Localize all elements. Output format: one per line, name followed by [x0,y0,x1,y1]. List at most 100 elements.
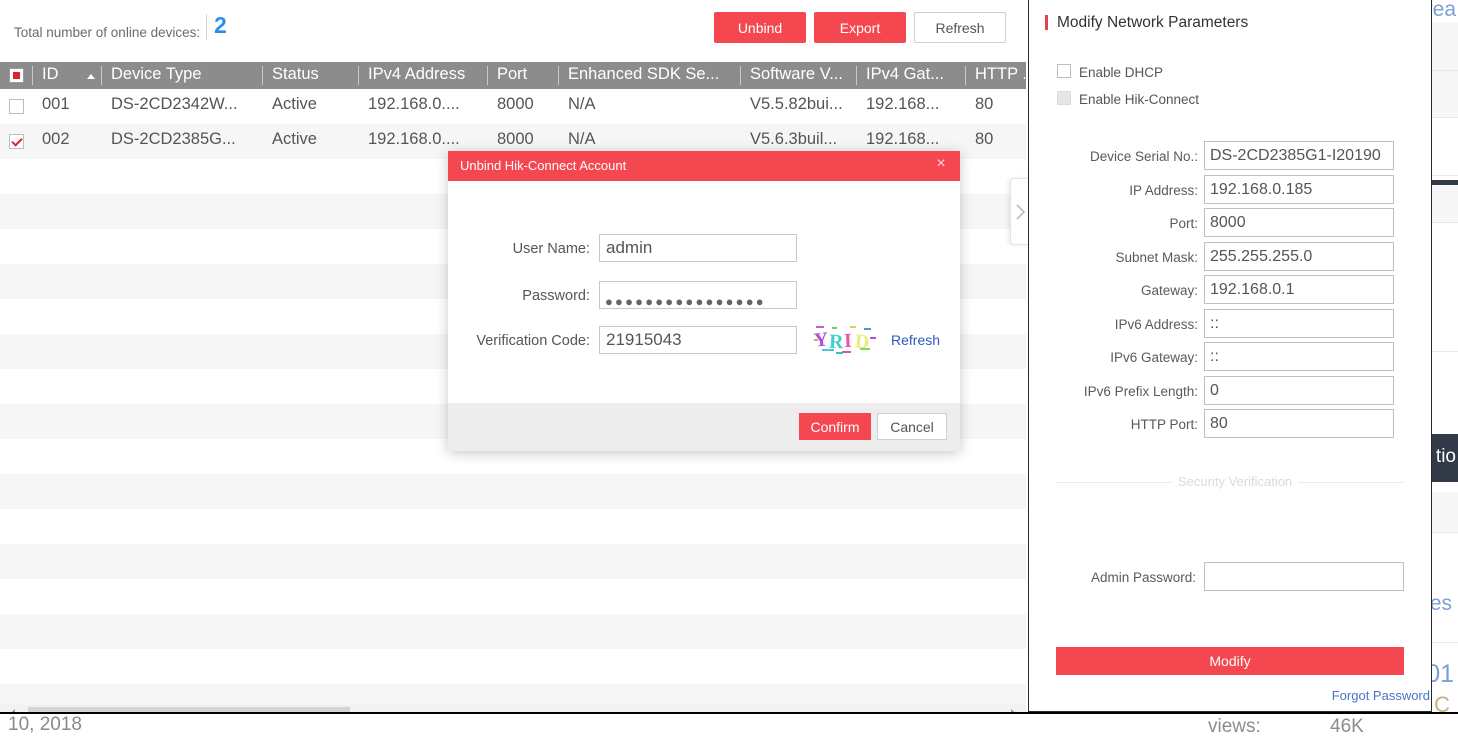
cell-http: 80 [975,130,1025,149]
column-divider[interactable] [856,66,857,85]
background-text-c: C [1434,692,1450,718]
captcha-noise [832,327,837,329]
field-label-3: Subnet Mask: [1056,250,1198,265]
column-divider[interactable] [558,66,559,85]
column-header-ipv4[interactable]: IPv4 Address [368,65,486,84]
table-row[interactable] [0,579,1026,614]
background-text-tio: tio [1436,446,1456,468]
column-header-http[interactable]: HTTP ... [975,65,1025,84]
background-horizontal-rule [0,712,1458,714]
field-input-2[interactable]: 8000 [1204,208,1394,237]
cell-device_type: DS-2CD2342W... [111,95,256,114]
table-row[interactable] [0,649,1026,684]
dialog-username-input[interactable]: admin [599,234,797,262]
field-label-7: IPv6 Prefix Length: [1056,384,1198,399]
checkbox-label: Enable DHCP [1079,65,1163,80]
field-label-0: Device Serial No.: [1056,149,1198,164]
horizontal-scrollbar[interactable] [0,705,1026,712]
dialog-username-label: User Name: [460,241,590,257]
background-views-value: 46K [1330,716,1364,738]
total-divider [206,14,207,40]
close-icon[interactable]: × [933,156,949,172]
captcha-noise [864,328,871,330]
column-divider[interactable] [965,66,966,85]
dialog-password-mask: ●●●●●●●●●●●●●●●● [605,288,766,316]
cell-http: 80 [975,95,1025,114]
field-input-0[interactable]: DS-2CD2385G1-I20190 [1204,141,1394,170]
captcha-image: YRID [812,325,878,355]
device-table-header: IDDevice TypeStatusIPv4 AddressPortEnhan… [0,62,1026,89]
field-input-7[interactable]: 0 [1204,376,1394,405]
security-verification-label: Security Verification [1172,474,1298,489]
column-header-status[interactable]: Status [272,65,352,84]
total-devices-count: 2 [214,12,227,39]
export-button[interactable]: Export [814,12,906,43]
scrollbar-thumb[interactable] [28,707,350,712]
table-row[interactable]: 001DS-2CD2342W...Active192.168.0....8000… [0,89,1026,124]
captcha-noise [850,326,856,328]
table-row[interactable] [0,614,1026,649]
field-input-6[interactable]: :: [1204,342,1394,371]
background-bottom-date: 10, 2018 [8,714,82,736]
captcha-char: D [854,330,870,354]
column-divider[interactable] [740,66,741,85]
column-divider[interactable] [101,66,102,85]
field-label-1: IP Address: [1056,183,1198,198]
captcha-refresh-link[interactable]: Refresh [891,332,940,348]
column-header-device_type[interactable]: Device Type [111,65,256,84]
column-divider[interactable] [262,66,263,85]
column-header-gateway[interactable]: IPv4 Gat... [866,65,964,84]
table-row[interactable] [0,474,1026,509]
cell-port: 8000 [497,95,552,114]
select-all-checkbox[interactable] [9,68,24,83]
cancel-button[interactable]: Cancel [877,413,947,440]
captcha-noise [822,349,834,351]
captcha-noise [836,352,843,354]
cell-ipv4: 192.168.0.... [368,130,486,149]
field-input-1[interactable]: 192.168.0.185 [1204,175,1394,204]
chevron-right-icon [1015,204,1026,220]
cell-software: V5.5.82bui... [750,95,855,114]
row-checkbox[interactable] [9,134,24,149]
checkbox-enable-dhcp[interactable] [1057,64,1071,78]
cell-sdk: N/A [568,95,740,114]
captcha-char: I [844,330,853,353]
panel-expand-tab[interactable] [1010,178,1029,245]
table-row[interactable] [0,509,1026,544]
modify-button[interactable]: Modify [1056,647,1404,675]
field-label-2: Port: [1056,216,1198,231]
background-text-es: es [1430,592,1452,616]
app-root: rea tio es 01 C views: 46K 10, 2018 Tota… [0,0,1458,754]
captcha-noise [870,337,876,339]
column-divider[interactable] [32,66,33,85]
field-label-8: HTTP Port: [1056,417,1198,432]
sort-ascending-icon[interactable] [87,74,95,79]
table-row[interactable] [0,544,1026,579]
column-header-software[interactable]: Software V... [750,65,855,84]
scroll-left-arrow-icon[interactable] [9,709,15,712]
cell-software: V5.6.3buil... [750,130,855,149]
column-divider[interactable] [487,66,488,85]
refresh-button[interactable]: Refresh [914,12,1006,43]
field-label-6: IPv6 Gateway: [1056,350,1198,365]
admin-password-input[interactable] [1204,562,1404,591]
forgot-password-link[interactable]: Forgot Password [1332,688,1430,703]
column-header-sdk[interactable]: Enhanced SDK Se... [568,65,740,84]
confirm-button[interactable]: Confirm [799,413,871,440]
field-input-5[interactable]: :: [1204,309,1394,338]
column-divider[interactable] [358,66,359,85]
checkbox-enable-hik-connect [1057,91,1071,105]
field-input-3[interactable]: 255.255.255.0 [1204,242,1394,271]
dialog-verification-input[interactable]: 21915043 [599,326,797,354]
cell-id: 002 [42,130,102,149]
admin-password-label: Admin Password: [1056,570,1196,585]
field-input-8[interactable]: 80 [1204,409,1394,438]
field-label-5: IPv6 Address: [1056,317,1198,332]
cell-port: 8000 [497,130,552,149]
row-checkbox[interactable] [9,99,24,114]
scroll-right-arrow-icon[interactable] [1011,709,1017,712]
column-header-port[interactable]: Port [497,65,552,84]
field-input-4[interactable]: 192.168.0.1 [1204,275,1394,304]
unbind-button[interactable]: Unbind [714,12,806,43]
field-label-4: Gateway: [1056,283,1198,298]
